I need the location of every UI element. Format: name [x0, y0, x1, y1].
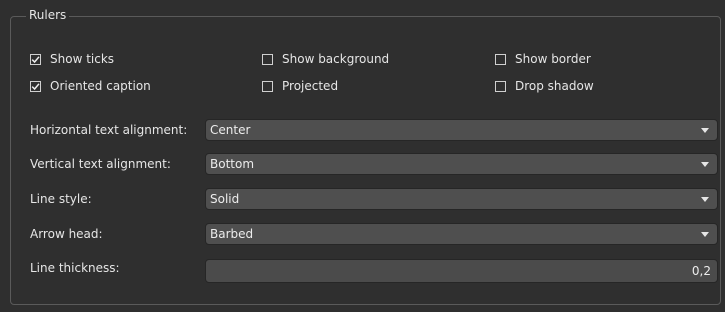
- projected-checkbox[interactable]: Projected: [262, 77, 338, 95]
- rulers-group-title: Rulers: [26, 7, 70, 23]
- horizontal-alignment-label: Horizontal text alignment:: [30, 123, 188, 137]
- checkbox-unchecked-icon: [495, 80, 506, 92]
- drop-shadow-checkbox[interactable]: Drop shadow: [495, 77, 594, 95]
- vertical-alignment-value: Bottom: [210, 157, 255, 171]
- oriented-caption-label: Oriented caption: [50, 79, 151, 93]
- vertical-alignment-dropdown[interactable]: Bottom: [205, 153, 718, 175]
- line-style-value: Solid: [210, 192, 240, 206]
- checkbox-checked-icon: [30, 53, 41, 65]
- chevron-down-icon: [701, 162, 709, 167]
- arrow-head-label: Arrow head:: [30, 227, 103, 241]
- line-thickness-input[interactable]: 0,2: [205, 259, 718, 283]
- oriented-caption-checkbox[interactable]: Oriented caption: [30, 77, 151, 95]
- chevron-down-icon: [701, 232, 709, 237]
- show-ticks-checkbox[interactable]: Show ticks: [30, 50, 114, 68]
- checkbox-unchecked-icon: [262, 53, 273, 65]
- arrow-head-value: Barbed: [210, 227, 254, 241]
- vertical-alignment-label: Vertical text alignment:: [30, 157, 171, 171]
- line-thickness-value: 0,2: [691, 264, 711, 278]
- arrow-head-dropdown[interactable]: Barbed: [205, 223, 718, 245]
- projected-label: Projected: [282, 79, 339, 93]
- show-border-label: Show border: [515, 52, 591, 66]
- horizontal-alignment-value: Center: [210, 123, 251, 137]
- line-style-dropdown[interactable]: Solid: [205, 188, 718, 210]
- show-background-label: Show background: [282, 52, 390, 66]
- horizontal-alignment-dropdown[interactable]: Center: [205, 119, 718, 141]
- show-border-checkbox[interactable]: Show border: [495, 50, 591, 68]
- show-background-checkbox[interactable]: Show background: [262, 50, 389, 68]
- drop-shadow-label: Drop shadow: [515, 79, 594, 93]
- checkbox-unchecked-icon: [495, 53, 506, 65]
- line-thickness-label: Line thickness:: [30, 261, 120, 275]
- show-ticks-label: Show ticks: [50, 52, 115, 66]
- checkbox-checked-icon: [30, 80, 41, 92]
- checkbox-unchecked-icon: [262, 80, 273, 92]
- chevron-down-icon: [701, 197, 709, 202]
- chevron-down-icon: [701, 128, 709, 133]
- line-style-label: Line style:: [30, 192, 92, 206]
